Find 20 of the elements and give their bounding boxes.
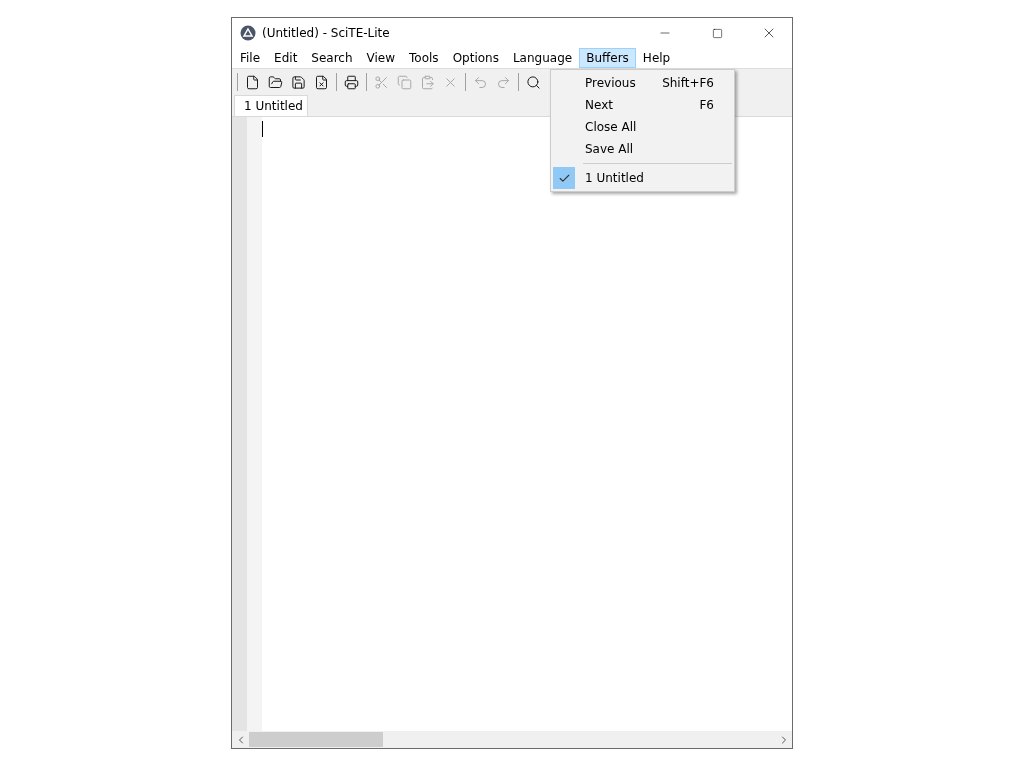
menu-entry[interactable]: Next F6 [553,94,732,116]
menu-item[interactable]: Language [505,48,580,68]
text-cursor [262,121,263,137]
menu-item[interactable]: File [233,48,268,68]
menu-item[interactable]: Tools [402,48,446,68]
menu-item[interactable]: Search [304,48,360,68]
menu-item[interactable]: Edit [267,48,305,68]
scrollbar-thumb[interactable] [249,732,383,747]
menu-item[interactable]: Help [635,48,678,68]
menu-item[interactable]: Buffers [579,48,636,68]
menu-entry[interactable]: 1 Untitled [553,167,732,189]
menu-item[interactable]: View [359,48,403,68]
app-logo-icon [240,25,256,41]
horizontal-scrollbar[interactable] [232,731,792,748]
document-tab[interactable]: 1 Untitled [234,95,308,116]
menu-entry[interactable]: Save All [553,138,732,160]
window-title: (Untitled) - SciTE-Lite [262,26,391,40]
menu-item[interactable]: Options [445,48,506,68]
maximize-icon[interactable] [711,27,723,39]
menu-entry[interactable]: Close All [553,116,732,138]
